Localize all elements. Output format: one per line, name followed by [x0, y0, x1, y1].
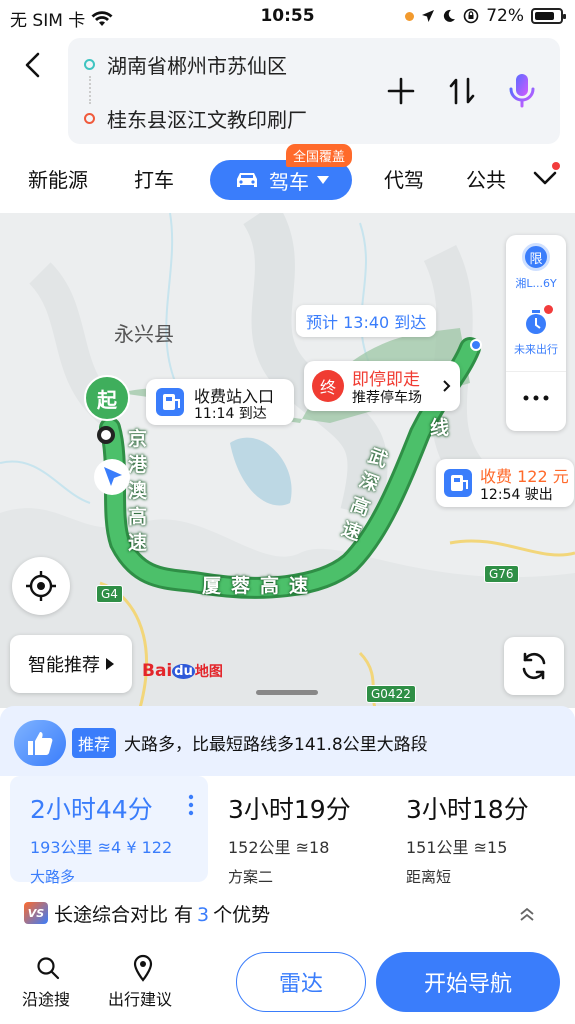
plan-1-tag: 大路多	[30, 868, 76, 886]
back-arrow-icon[interactable]	[22, 52, 44, 78]
location-arrow-icon	[422, 10, 435, 22]
map-control-panel: 限 湘L...6Y 未来出行	[506, 235, 566, 431]
car-icon	[237, 173, 257, 187]
destination-dot-icon	[84, 113, 95, 124]
destination-text: 桂东县沤江文教印刷厂	[107, 108, 307, 132]
traffic-light-icon: ≊	[295, 838, 310, 857]
county-label: 永兴县	[114, 322, 174, 346]
travel-advice-label[interactable]: 出行建议	[108, 986, 172, 1010]
chevron-right-icon	[443, 380, 451, 392]
plan-2-time: 3小时19分	[228, 795, 351, 824]
road-label-xiarong: 厦蓉高速	[202, 575, 319, 597]
origin-dot-icon	[84, 59, 95, 70]
end-point	[470, 339, 482, 351]
search-icon[interactable]	[36, 956, 60, 980]
plan-1-meta: 193公里 ≊4 ¥ 122	[30, 838, 173, 857]
future-travel-label[interactable]: 未来出行	[506, 341, 566, 357]
origin-field[interactable]: 湖南省郴州市苏仙区	[84, 50, 287, 79]
moon-icon	[444, 9, 456, 22]
parking-card[interactable]: 终 即停即走 推荐停车场	[304, 361, 460, 411]
origin-text: 湖南省郴州市苏仙区	[107, 54, 287, 78]
notification-dot	[552, 162, 560, 170]
toll-icon	[444, 469, 472, 497]
toll-fee-time: 12:54 驶出	[480, 487, 553, 503]
route-plans: 2小时44分 193公里 ≊4 ¥ 122 大路多 3小时19分 152公里 ≊…	[0, 776, 575, 886]
plan-3-tag: 距离短	[406, 868, 452, 886]
start-point	[97, 426, 115, 444]
triangle-right-icon	[106, 658, 114, 670]
coverage-badge: 全国覆盖	[286, 144, 353, 167]
locate-icon	[26, 571, 56, 601]
plan-3-time: 3小时18分	[406, 795, 529, 824]
traffic-restriction-icon[interactable]: 限	[522, 243, 550, 271]
smart-recommend-button[interactable]: 智能推荐	[10, 635, 132, 693]
tollgate-time: 11:14 到达	[194, 406, 267, 422]
recommend-text: 大路多，比最短路线多141.8公里大路段	[124, 735, 428, 755]
tab-taxi[interactable]: 打车	[134, 164, 174, 193]
compare-text: 长途综合对比 有 3 个优势	[54, 904, 271, 926]
route-connector	[89, 76, 91, 104]
plan-2-meta: 152公里 ≊18	[228, 838, 330, 857]
microphone-icon[interactable]	[506, 72, 538, 110]
caret-down-icon	[317, 176, 329, 184]
plate-label[interactable]: 湘L...6Y	[506, 275, 566, 291]
tollgate-icon	[156, 388, 184, 416]
thumbs-up-icon	[14, 720, 66, 766]
start-marker[interactable]: 起	[84, 375, 130, 421]
tab-drive-label: 驾车	[269, 169, 309, 194]
route-input-panel: 湖南省郴州市苏仙区 桂东县沤江文教印刷厂	[68, 38, 560, 144]
end-marker: 终	[312, 370, 344, 402]
parking-subtitle: 推荐停车场	[352, 390, 422, 406]
start-navigation-button[interactable]: 开始导航	[376, 952, 560, 1012]
toll-fee-card[interactable]: 收费 122 元 12:54 驶出	[436, 459, 574, 507]
add-waypoint-icon[interactable]	[386, 76, 416, 106]
tab-new-energy[interactable]: 新能源	[28, 164, 88, 193]
plan-more-icon[interactable]	[188, 794, 194, 816]
chevron-down-icon[interactable]	[532, 168, 558, 188]
battery-percent: 72%	[486, 6, 524, 26]
current-location-icon	[94, 459, 130, 495]
drag-handle[interactable]	[256, 690, 318, 695]
more-icon[interactable]	[522, 393, 550, 403]
plan-2-tag: 方案二	[228, 868, 274, 886]
panel-divider	[506, 371, 566, 372]
rotation-lock-icon	[463, 8, 479, 24]
status-bar: 无 SIM 卡 10:55 72%	[0, 0, 575, 34]
location-pin-icon[interactable]	[132, 954, 154, 982]
traffic-light-icon: ≊	[473, 838, 488, 857]
tab-public-transport[interactable]: 公共	[466, 164, 518, 193]
locate-button[interactable]	[12, 557, 70, 615]
tollgate-card[interactable]: 收费站入口 11:14 到达	[146, 379, 294, 425]
battery-icon	[531, 8, 566, 24]
recording-dot-icon	[405, 11, 415, 21]
highway-shield-g0422: G0422	[366, 685, 416, 703]
eta-label: 预计 13:40 到达	[296, 305, 437, 337]
swap-icon[interactable]	[448, 76, 476, 106]
refresh-button[interactable]	[504, 637, 564, 695]
smart-recommend-label: 智能推荐	[28, 655, 100, 676]
compare-row[interactable]: VS 长途综合对比 有 3 个优势	[0, 886, 575, 944]
traffic-light-icon: ≊	[97, 838, 112, 857]
highway-shield-g76: G76	[484, 565, 519, 583]
baidu-logo: Bai du 地图	[142, 661, 223, 681]
plan-3-meta: 151公里 ≊15	[406, 838, 508, 857]
future-travel-dot	[544, 305, 553, 314]
vs-icon: VS	[24, 902, 48, 924]
chevrons-up-icon[interactable]	[518, 906, 536, 922]
recommend-tag: 推荐	[72, 728, 117, 758]
along-route-search-label[interactable]: 沿途搜	[22, 986, 70, 1010]
plan-1-time: 2小时44分	[30, 795, 153, 824]
tab-designated-driver[interactable]: 代驾	[384, 164, 424, 193]
plan-card-2[interactable]: 3小时19分 152公里 ≊18 方案二	[208, 776, 388, 886]
map-view[interactable]: 京港澳高速 厦蓉高速 武深高速 线 永兴县 G4 G76 G0422 起 收费站…	[0, 213, 575, 708]
road-label-line: 线	[430, 417, 450, 439]
refresh-icon	[522, 652, 546, 680]
plan-card-1[interactable]: 2小时44分 193公里 ≊4 ¥ 122 大路多	[10, 776, 208, 886]
radar-button[interactable]: 雷达	[236, 952, 366, 1012]
destination-field[interactable]: 桂东县沤江文教印刷厂	[84, 104, 307, 133]
plan-card-3[interactable]: 3小时18分 151公里 ≊15 距离短	[386, 776, 566, 886]
highway-shield-g4: G4	[96, 585, 123, 603]
